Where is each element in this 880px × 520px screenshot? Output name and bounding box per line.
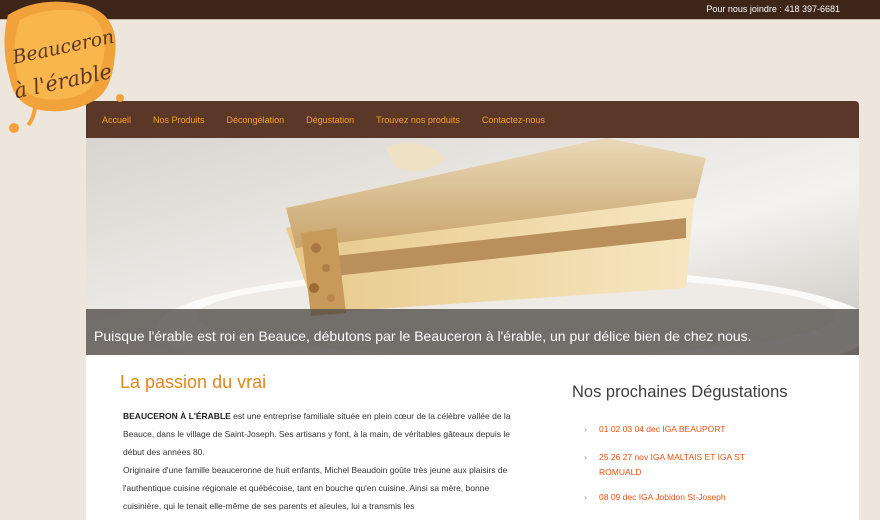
hero-caption: Puisque l'érable est roi en Beauce, débu… [94, 328, 752, 344]
company-name: BEAUCERON À L'ÉRABLE [123, 411, 231, 421]
hero-banner: Puisque l'érable est roi en Beauce, débu… [86, 138, 859, 355]
tasting-item[interactable]: 08 09 dec IGA Jobidon St-Joseph [584, 490, 784, 505]
nav-item-trouvez-nos-produits[interactable]: Trouvez nos produits [376, 115, 460, 125]
intro-paragraph-1: BEAUCERON À L'ÉRABLE est une entreprise … [123, 407, 513, 461]
hero-caption-bar: Puisque l'érable est roi en Beauce, débu… [86, 309, 859, 355]
maple-drip-logo-icon: Beauceron à l'érable [4, 1, 124, 133]
intro-paragraph-2: Originaire d'une famille beauceronne de … [123, 465, 508, 511]
top-bar: Pour nous joindre : 418 397-6681 [0, 0, 880, 20]
nav-item-nos-produits[interactable]: Nos Produits [153, 115, 205, 125]
content-area: La passion du vrai BEAUCERON À L'ÉRABLE … [86, 355, 859, 520]
tastings-title: Nos prochaines Dégustations [572, 383, 788, 401]
contact-phone: Pour nous joindre : 418 397-6681 [706, 4, 840, 14]
main-nav: Accueil Nos Produits Décongélation Dégus… [86, 101, 859, 139]
tastings-list: 01 02 03 04 dec IGA BEAUPORT 25 26 27 no… [584, 422, 784, 505]
nav-item-degustation[interactable]: Dégustation [306, 115, 354, 125]
nav-item-decongelation[interactable]: Décongélation [227, 115, 285, 125]
tasting-item[interactable]: 01 02 03 04 dec IGA BEAUPORT [584, 422, 784, 437]
brand-logo[interactable]: Beauceron à l'érable [0, 0, 130, 135]
tasting-item[interactable]: 25 26 27 nov IGA MALTAIS ET IGA ST ROMUA… [584, 450, 784, 480]
intro-text: BEAUCERON À L'ÉRABLE est une entreprise … [123, 407, 513, 515]
section-title: La passion du vrai [120, 372, 267, 392]
nav-item-contactez-nous[interactable]: Contactez-nous [482, 115, 545, 125]
